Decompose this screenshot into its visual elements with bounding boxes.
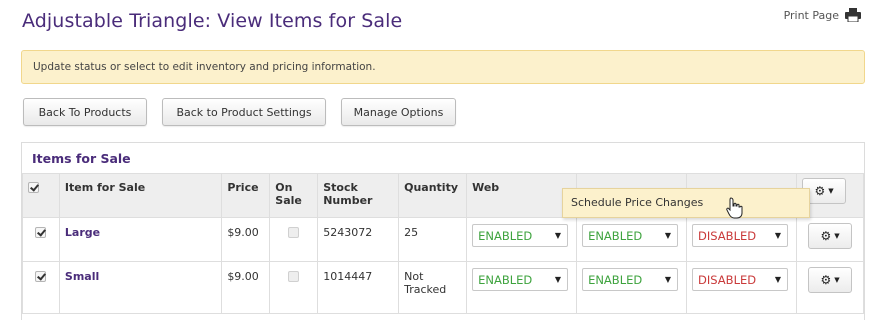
header-item[interactable]: Item for Sale (58, 173, 223, 218)
row-select-cell (22, 217, 60, 262)
channel-3-status-select[interactable]: DISABLED ▼ (692, 224, 789, 247)
page-title: Adjustable Triangle: View Items for Sale (22, 10, 403, 32)
channel-3-status-value: DISABLED (698, 272, 757, 287)
price-cell: $9.00 (221, 217, 271, 262)
gear-icon: ⚙ (814, 184, 826, 198)
items-for-sale-panel: Items for Sale Item for Sale Price On Sal… (21, 142, 865, 320)
header-web[interactable]: Web (466, 173, 578, 218)
chevron-down-icon: ▼ (554, 275, 562, 284)
row-gear-button[interactable]: ⚙ ▼ (808, 267, 853, 293)
item-link[interactable]: Large (65, 226, 100, 239)
chevron-down-icon: ▼ (774, 275, 782, 284)
table-row[interactable]: Large $9.00 5243072 25 ENABLED ▼ ENABLED ▼… (22, 217, 864, 262)
print-page-label: Print Page (783, 8, 839, 22)
select-all-checkbox[interactable] (28, 182, 39, 193)
channel-3-status-value: DISABLED (698, 228, 757, 243)
row-actions-cell: ⚙ ▼ (796, 261, 864, 314)
info-notice: Update status or select to edit inventor… (21, 50, 865, 84)
chevron-down-icon: ▼ (834, 276, 840, 284)
web-status-cell: ENABLED ▼ (466, 261, 578, 314)
item-cell: Large (58, 217, 223, 262)
channel-3-status-cell: DISABLED ▼ (686, 217, 798, 262)
on-sale-cell (269, 217, 319, 262)
header-on-sale-line2: Sale (275, 194, 302, 207)
web-status-cell: ENABLED ▼ (466, 217, 578, 262)
table-row[interactable]: Small $9.00 1014447 Not Tracked ENABLED ▼ … (22, 261, 864, 314)
manage-options-button[interactable]: Manage Options (341, 98, 456, 126)
chevron-down-icon: ▼ (774, 231, 782, 240)
stock-cell: 5243072 (317, 217, 400, 262)
header-quantity[interactable]: Quantity (398, 173, 468, 218)
header-price[interactable]: Price (221, 173, 271, 218)
printer-icon (845, 8, 861, 22)
gear-icon: ⚙ (820, 273, 832, 287)
quantity-line2: Tracked (404, 283, 447, 296)
back-to-product-settings-button[interactable]: Back to Product Settings (162, 98, 326, 126)
header-stock-line1: Stock (323, 181, 358, 194)
item-cell: Small (58, 261, 223, 314)
header-stock-line2: Number (323, 194, 373, 207)
header-on-sale-line1: On (275, 181, 293, 194)
channel-2-status-value: ENABLED (588, 228, 643, 243)
channel-2-status-cell: ENABLED ▼ (576, 217, 688, 262)
item-link[interactable]: Small (65, 270, 99, 283)
on-sale-cell (269, 261, 319, 314)
chevron-down-icon: ▼ (828, 187, 834, 195)
channel-2-status-select[interactable]: ENABLED ▼ (582, 224, 679, 247)
channel-3-status-cell: DISABLED ▼ (686, 261, 798, 314)
back-to-products-button[interactable]: Back To Products (23, 98, 147, 126)
chevron-down-icon: ▼ (664, 275, 672, 284)
quantity-cell: 25 (398, 217, 468, 262)
row-checkbox[interactable] (35, 271, 47, 282)
channel-2-status-value: ENABLED (588, 272, 643, 287)
hand-cursor-icon (726, 197, 743, 219)
row-checkbox[interactable] (35, 227, 47, 238)
chevron-down-icon: ▼ (834, 232, 840, 240)
print-page-link[interactable]: Print Page (784, 8, 861, 22)
chevron-down-icon: ▼ (554, 231, 562, 240)
channel-3-status-select[interactable]: DISABLED ▼ (692, 268, 789, 291)
quantity-cell: Not Tracked (398, 261, 468, 314)
select-all-cell (22, 173, 60, 218)
header-stock-number[interactable]: Stock Number (317, 173, 400, 218)
web-status-select[interactable]: ENABLED ▼ (472, 268, 569, 291)
channel-2-status-cell: ENABLED ▼ (576, 261, 688, 314)
row-select-cell (22, 261, 60, 314)
row-actions-cell: ⚙ ▼ (796, 217, 864, 262)
row-gear-button[interactable]: ⚙ ▼ (808, 223, 853, 249)
channel-2-status-select[interactable]: ENABLED ▼ (582, 268, 679, 291)
gear-dropdown-menu: Schedule Price Changes (562, 188, 810, 218)
web-status-value: ENABLED (478, 272, 533, 287)
notice-text: Update status or select to edit inventor… (33, 61, 376, 73)
stock-cell: 1014447 (317, 261, 400, 314)
panel-title: Items for Sale (32, 151, 131, 166)
gear-icon: ⚙ (820, 229, 832, 243)
on-sale-checkbox[interactable] (288, 271, 300, 282)
quantity-line1: Not (404, 270, 424, 283)
price-cell: $9.00 (221, 261, 271, 314)
schedule-price-changes-item[interactable]: Schedule Price Changes (571, 196, 703, 209)
chevron-down-icon: ▼ (664, 231, 672, 240)
web-status-value: ENABLED (478, 228, 533, 243)
web-status-select[interactable]: ENABLED ▼ (472, 224, 569, 247)
header-on-sale[interactable]: On Sale (269, 173, 319, 218)
on-sale-checkbox[interactable] (288, 227, 300, 238)
